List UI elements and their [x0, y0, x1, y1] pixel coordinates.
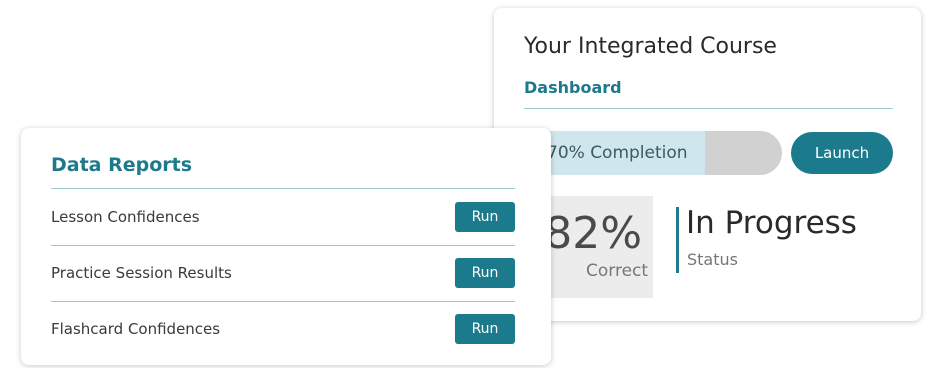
divider [51, 245, 515, 246]
report-label: Flashcard Confidences [51, 320, 221, 338]
divider [524, 108, 893, 109]
completion-progress-bar: 70% Completion [524, 131, 782, 175]
report-label: Lesson Confidences [51, 208, 200, 226]
report-row-flashcard-confidences: Flashcard Confidences Run [51, 314, 515, 344]
run-button[interactable]: Run [455, 202, 515, 232]
report-label: Practice Session Results [51, 264, 232, 282]
report-row-practice-session-results: Practice Session Results Run [51, 258, 515, 288]
status-accent-bar [676, 207, 679, 273]
report-row-lesson-confidences: Lesson Confidences Run [51, 202, 515, 232]
course-title: Your Integrated Course [524, 34, 777, 59]
course-dashboard-card: Your Integrated Course Dashboard 70% Com… [494, 8, 921, 321]
run-button[interactable]: Run [455, 258, 515, 288]
run-button[interactable]: Run [455, 314, 515, 344]
divider [51, 188, 515, 189]
launch-button[interactable]: Launch [791, 132, 893, 174]
dashboard-heading: Dashboard [524, 78, 622, 97]
status-caption: Status [687, 250, 738, 269]
status-value: In Progress [686, 205, 857, 241]
data-reports-card: Data Reports Lesson Confidences Run Prac… [21, 128, 551, 365]
completion-label: 70% Completion [547, 143, 688, 163]
reports-title: Data Reports [51, 154, 193, 176]
score-caption: Correct [586, 261, 649, 281]
divider [51, 301, 515, 302]
